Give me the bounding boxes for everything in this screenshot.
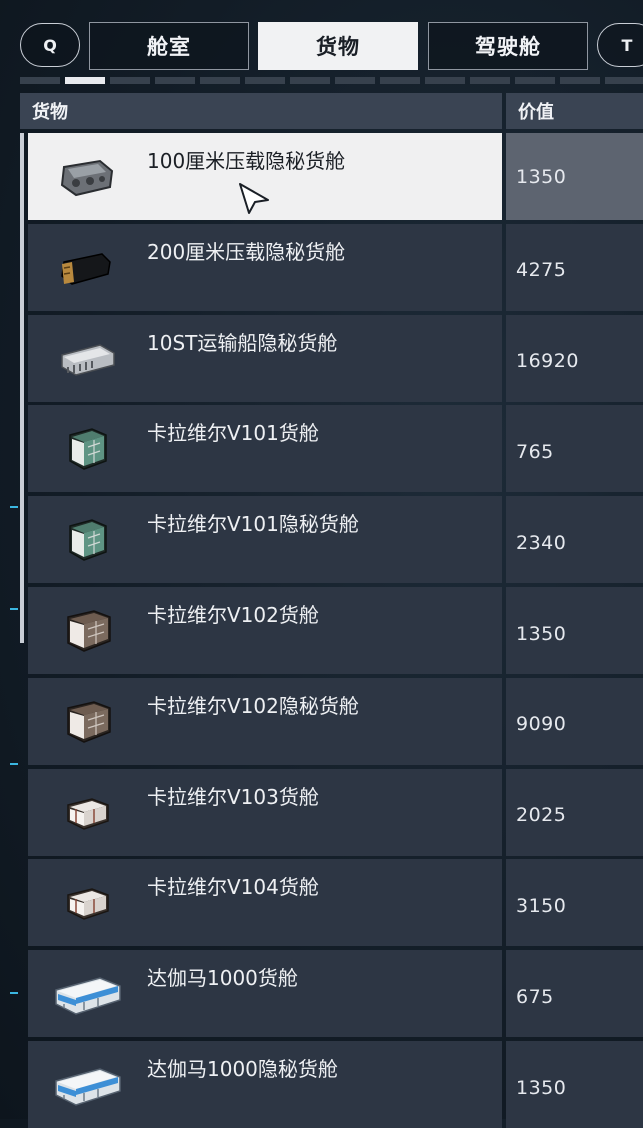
cargo-name-label: 100厘米压载隐秘货舱 (147, 149, 346, 173)
green-cargo-crate-icon (50, 510, 124, 568)
cargo-name-label: 卡拉维尔V101隐秘货舱 (147, 512, 359, 537)
page-indicator-segment (470, 77, 510, 84)
page-indicator-segment (335, 77, 375, 84)
table-row[interactable]: 10ST运输船隐秘货舱 16920 (28, 314, 643, 402)
cargo-value-cell: 2340 (506, 496, 643, 584)
page-indicator-segment-active (65, 77, 105, 84)
cargo-value-cell: 675 (506, 950, 643, 1038)
mouse-cursor-icon (239, 183, 269, 214)
page-indicator-segment (155, 77, 195, 84)
tab-cockpit[interactable]: 驾驶舱 (428, 22, 588, 70)
cargo-name-cell[interactable]: 10ST运输船隐秘货舱 (28, 314, 502, 402)
cargo-name-label: 达伽马1000货舱 (147, 966, 298, 991)
cargo-value-cell: 1350 (506, 587, 643, 674)
ballast-cargo-pod-icon (50, 147, 124, 205)
edge-tick (10, 992, 18, 994)
cargo-value-cell: 1350 (506, 1041, 643, 1128)
cargo-name-label: 卡拉维尔V102隐秘货舱 (147, 693, 359, 718)
white-cargo-crate-icon (50, 601, 124, 659)
page-indicator-segment (605, 77, 643, 84)
cargo-value-cell: 2025 (506, 768, 643, 856)
cargo-name-label: 卡拉维尔V101货舱 (147, 421, 319, 446)
table-row[interactable]: 达伽马1000隐秘货舱 1350 (28, 1041, 643, 1128)
edge-tick (10, 608, 18, 610)
page-indicator-segment (110, 77, 150, 84)
blue-stripe-container-icon (50, 964, 124, 1022)
edge-tick (10, 506, 18, 508)
page-indicator-segment (380, 77, 420, 84)
cargo-name-label: 卡拉维尔V103货舱 (147, 784, 319, 809)
next-tab-key-button[interactable]: T (597, 23, 643, 67)
cargo-table: 货物 价值 100厘米压载隐秘货舱 1350 200厘米压载隐秘货舱 4275 10ST… (20, 93, 643, 1128)
tab-cabin[interactable]: 舱室 (89, 22, 249, 70)
green-cargo-crate-icon (50, 419, 124, 477)
cargo-name-cell[interactable]: 达伽马1000隐秘货舱 (28, 1041, 502, 1128)
table-row[interactable]: 卡拉维尔V104货舱 3150 (28, 859, 643, 947)
page-indicator-segment (425, 77, 465, 84)
table-row[interactable]: 卡拉维尔V103货舱 2025 (28, 768, 643, 856)
tab-cargo[interactable]: 货物 (258, 22, 418, 70)
cargo-value-cell: 16920 (506, 314, 643, 402)
prev-tab-key-button[interactable]: Q (20, 23, 80, 67)
cargo-name-label: 卡拉维尔V104货舱 (147, 875, 319, 900)
cargo-name-cell[interactable]: 200厘米压载隐秘货舱 (28, 223, 502, 311)
cargo-name-cell[interactable]: 卡拉维尔V103货舱 (28, 768, 502, 856)
table-row[interactable]: 卡拉维尔V102隐秘货舱 9090 (28, 677, 643, 765)
table-row[interactable]: 100厘米压载隐秘货舱 1350 (28, 133, 643, 220)
page-indicator-segment (20, 77, 60, 84)
page-indicator-segment (290, 77, 330, 84)
table-row[interactable]: 卡拉维尔V101货舱 765 (28, 405, 643, 493)
cargo-name-cell[interactable]: 卡拉维尔V102货舱 (28, 587, 502, 674)
table-row[interactable]: 卡拉维尔V101隐秘货舱 2340 (28, 496, 643, 584)
page-indicator-segment (200, 77, 240, 84)
cargo-value-cell: 9090 (506, 677, 643, 765)
table-row[interactable]: 卡拉维尔V102货舱 1350 (28, 587, 643, 674)
cargo-name-cell[interactable]: 卡拉维尔V101隐秘货舱 (28, 496, 502, 584)
page-indicator-segment (515, 77, 555, 84)
table-header: 货物 价值 (20, 93, 643, 129)
cargo-name-cell[interactable]: 卡拉维尔V101货舱 (28, 405, 502, 493)
page-indicator-segment (245, 77, 285, 84)
cargo-name-cell[interactable]: 卡拉维尔V104货舱 (28, 859, 502, 947)
black-cargo-pod-icon (50, 238, 124, 296)
cargo-value-cell: 765 (506, 405, 643, 493)
transport-cargo-pod-icon (50, 329, 124, 387)
edge-tick (10, 763, 18, 765)
page-indicator-segment (560, 77, 600, 84)
table-row[interactable]: 200厘米压载隐秘货舱 4275 (28, 223, 643, 311)
cargo-value-cell: 3150 (506, 859, 643, 947)
cargo-name-label: 10ST运输船隐秘货舱 (147, 330, 338, 355)
small-white-crate-icon (50, 873, 124, 931)
blue-stripe-container-icon (50, 1055, 124, 1113)
cargo-value-cell: 1350 (506, 133, 643, 220)
white-cargo-crate-icon (50, 692, 124, 750)
column-header-value[interactable]: 价值 (506, 93, 643, 129)
cargo-name-cell[interactable]: 达伽马1000货舱 (28, 950, 502, 1038)
category-tab-bar: Q 舱室 货物 驾驶舱 T (0, 0, 643, 80)
page-indicator (20, 77, 643, 85)
cargo-name-label: 达伽马1000隐秘货舱 (147, 1057, 338, 1081)
column-header-cargo[interactable]: 货物 (20, 93, 502, 129)
cargo-name-label: 卡拉维尔V102货舱 (147, 603, 319, 627)
small-white-crate-icon (50, 783, 124, 841)
table-row[interactable]: 达伽马1000货舱 675 (28, 950, 643, 1038)
cargo-name-cell[interactable]: 卡拉维尔V102隐秘货舱 (28, 677, 502, 765)
cargo-name-label: 200厘米压载隐秘货舱 (147, 239, 346, 264)
cargo-value-cell: 4275 (506, 223, 643, 311)
list-scrollbar[interactable] (20, 133, 24, 643)
